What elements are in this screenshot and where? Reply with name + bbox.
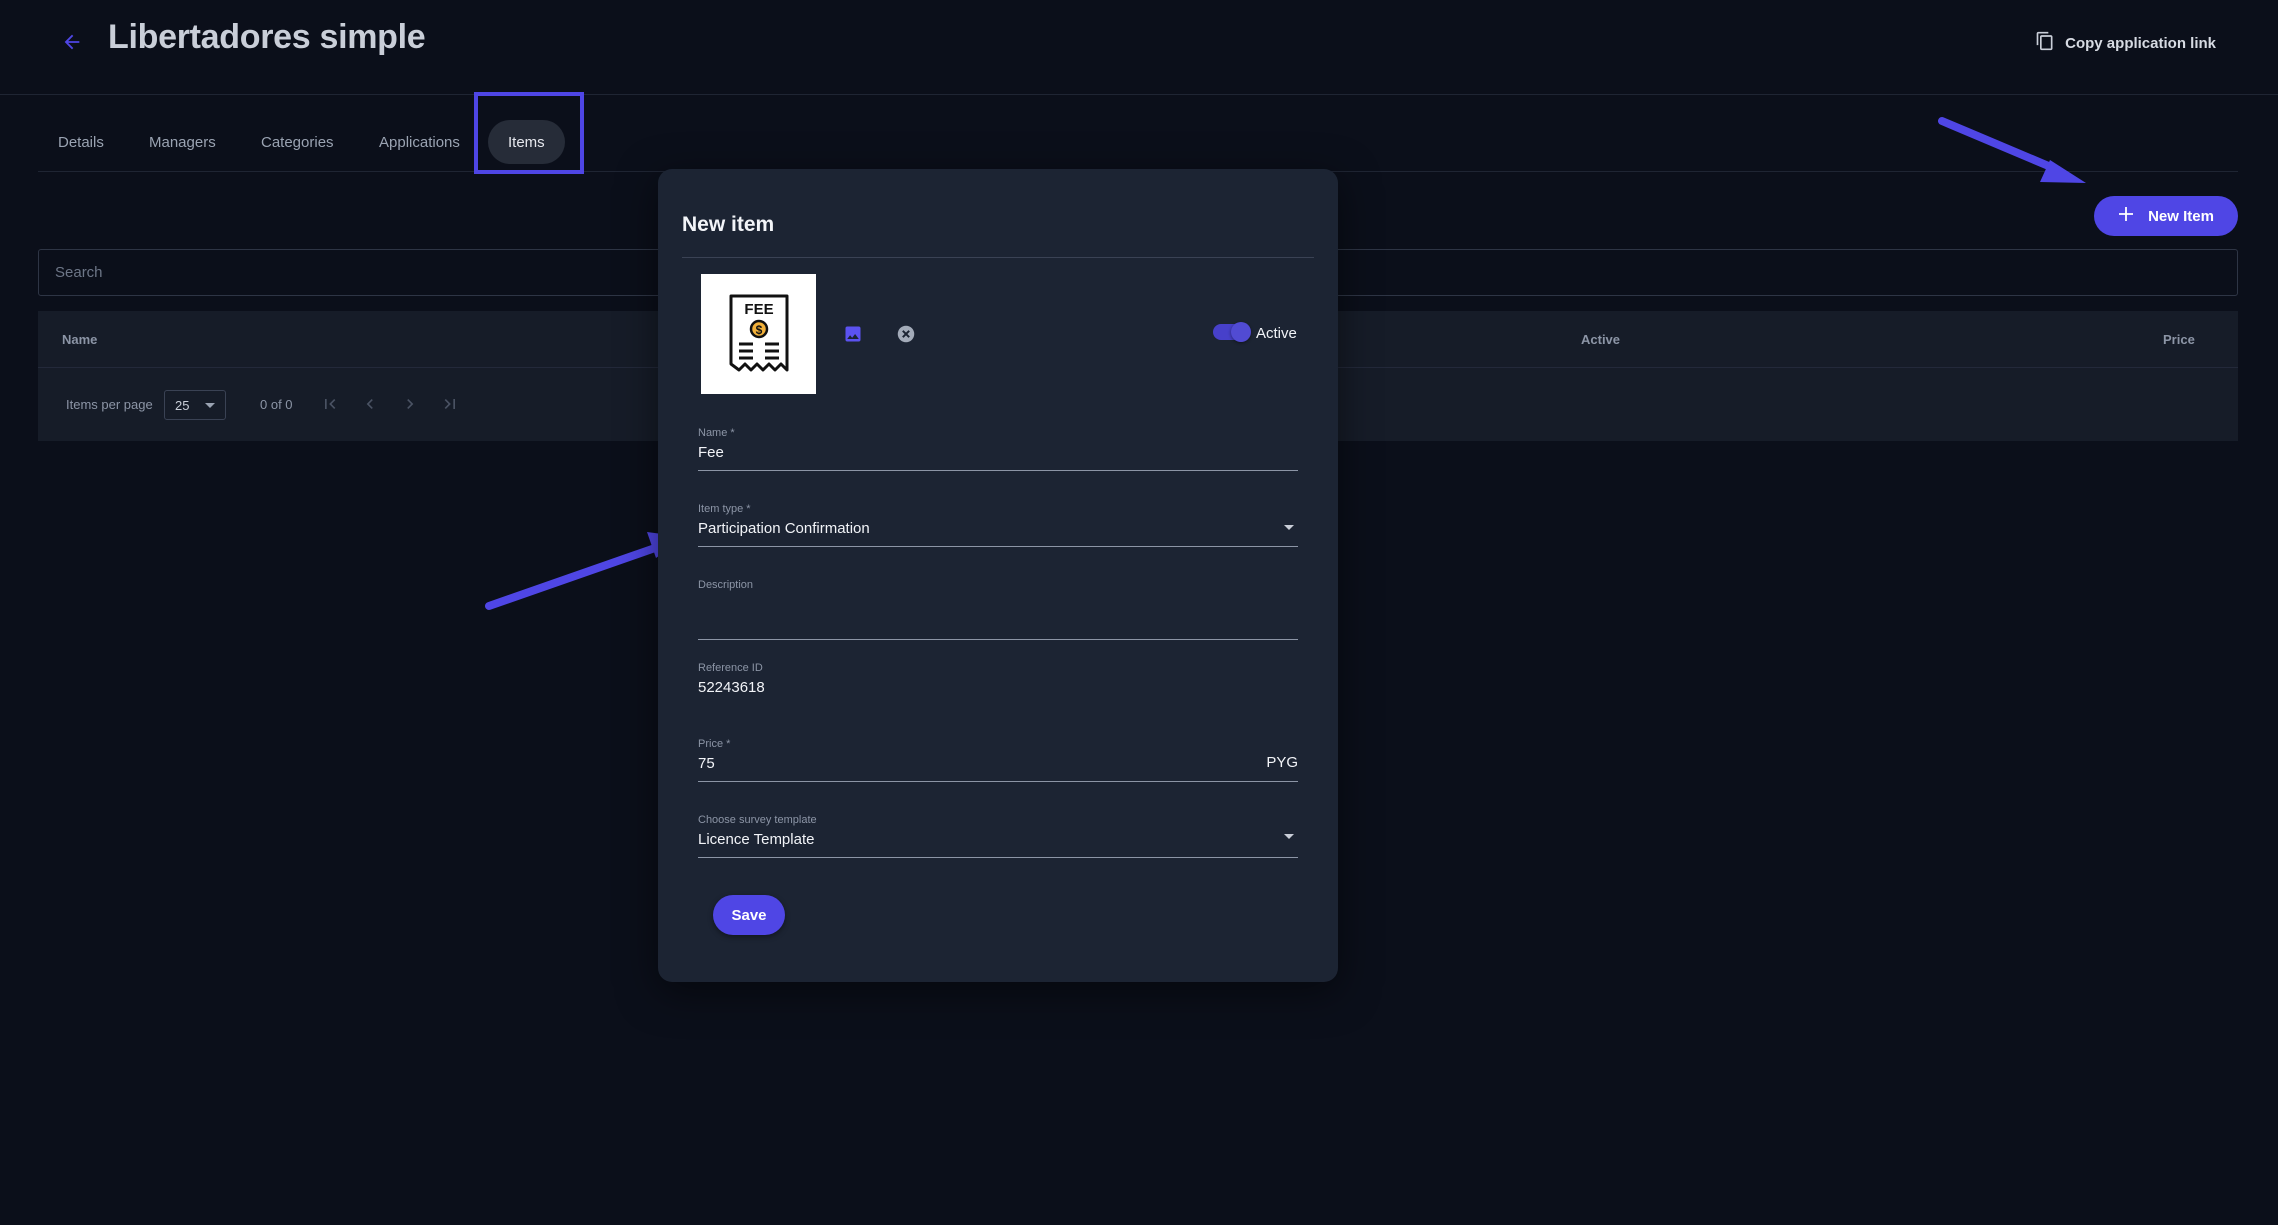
price-underline — [698, 781, 1298, 782]
dropdown-icon[interactable] — [1284, 834, 1294, 839]
dropdown-icon — [205, 403, 215, 408]
column-header-price[interactable]: Price — [2163, 332, 2195, 347]
item-image: FEE $ — [701, 274, 816, 394]
image-icon[interactable] — [841, 322, 865, 346]
first-page-icon[interactable] — [318, 392, 342, 416]
dropdown-icon[interactable] — [1284, 525, 1294, 530]
items-per-page-select[interactable]: 25 — [164, 390, 226, 420]
prev-page-icon[interactable] — [358, 392, 382, 416]
reference-id-value: 52243618 — [698, 679, 765, 696]
tab-categories[interactable]: Categories — [261, 120, 334, 164]
survey-template-underline — [698, 857, 1298, 858]
name-field-underline — [698, 470, 1298, 471]
item-type-select[interactable]: Item type * Participation Confirmation — [698, 503, 1298, 547]
name-field-value[interactable]: Fee — [698, 444, 1298, 464]
reference-id-label: Reference ID — [698, 662, 763, 674]
tab-details[interactable]: Details — [58, 120, 104, 164]
items-per-page-value: 25 — [175, 397, 190, 413]
items-per-page-label: Items per page — [66, 397, 153, 412]
column-header-name[interactable]: Name — [62, 332, 97, 347]
items-tab-highlight-box — [474, 92, 584, 174]
annotation-arrow-item-type — [485, 532, 685, 610]
dialog-title: New item — [682, 213, 775, 236]
survey-template-label: Choose survey template — [698, 814, 817, 826]
price-label: Price * — [698, 738, 731, 750]
toggle-knob — [1231, 322, 1251, 342]
description-underline — [698, 639, 1298, 640]
active-toggle-label: Active — [1256, 325, 1297, 342]
item-type-value[interactable]: Participation Confirmation — [698, 520, 1298, 540]
price-value[interactable]: 75 — [698, 755, 1298, 775]
tab-bar: Details Managers Categories Applications… — [38, 96, 2238, 172]
copy-application-link-label: Copy application link — [2065, 34, 2216, 52]
save-button[interactable]: Save — [713, 895, 785, 935]
next-page-icon[interactable] — [398, 392, 422, 416]
description-field[interactable]: Description — [698, 579, 1298, 640]
copy-application-link-button[interactable]: Copy application link — [2035, 30, 2216, 56]
back-arrow-icon[interactable] — [56, 26, 88, 58]
remove-icon[interactable] — [894, 322, 918, 346]
price-field[interactable]: Price * 75 PYG — [698, 738, 1298, 782]
item-type-label: Item type * — [698, 503, 751, 515]
description-value[interactable] — [698, 596, 1298, 616]
survey-template-value[interactable]: Licence Template — [698, 831, 1298, 851]
item-type-underline — [698, 546, 1298, 547]
tab-managers[interactable]: Managers — [149, 120, 216, 164]
page-range-label: 0 of 0 — [260, 397, 293, 412]
description-label: Description — [698, 579, 754, 591]
price-currency: PYG — [1266, 754, 1298, 771]
new-item-button[interactable]: New Item — [2094, 196, 2238, 236]
new-item-label: New Item — [2148, 207, 2214, 225]
tab-applications[interactable]: Applications — [379, 120, 460, 164]
last-page-icon[interactable] — [438, 392, 462, 416]
new-item-dialog: New item FEE $ Active Name * Fee Item ty… — [658, 169, 1338, 982]
column-header-active[interactable]: Active — [1581, 332, 1620, 347]
fee-receipt-icon: FEE $ — [729, 294, 788, 372]
active-toggle[interactable] — [1213, 322, 1251, 342]
fee-image-text: FEE — [744, 301, 773, 318]
plus-icon — [2118, 206, 2134, 226]
copy-icon — [2035, 30, 2055, 56]
app-header: Libertadores simple Copy application lin… — [0, 0, 2278, 95]
svg-text:$: $ — [755, 323, 762, 337]
page-title: Libertadores simple — [108, 18, 426, 56]
name-field[interactable]: Name * Fee — [698, 427, 1298, 471]
dialog-divider — [682, 257, 1314, 258]
name-field-label: Name * — [698, 427, 735, 439]
reference-id-field: Reference ID 52243618 — [698, 662, 1298, 699]
survey-template-select[interactable]: Choose survey template Licence Template — [698, 814, 1298, 858]
